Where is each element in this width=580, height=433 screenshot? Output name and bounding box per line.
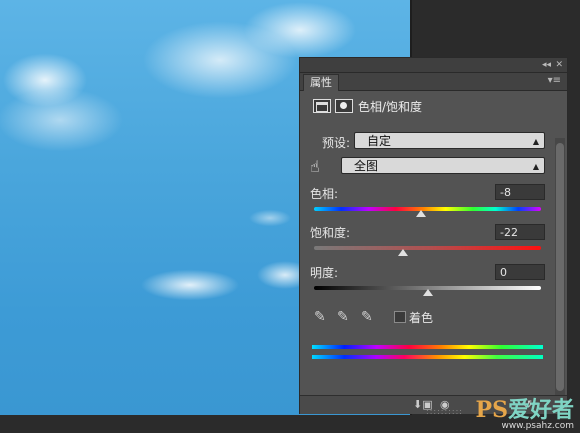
colorize-label: 着色: [409, 311, 434, 325]
preset-label: 预设:: [322, 136, 351, 150]
eyedropper-minus-icon[interactable]: ✎: [361, 309, 373, 325]
select-arrows-icon: ▲: [532, 137, 539, 146]
adjustment-layer-icon[interactable]: [313, 99, 331, 113]
saturation-slider-thumb[interactable]: [397, 249, 408, 256]
lightness-slider-thumb[interactable]: [422, 289, 433, 296]
output-color-bar: [312, 355, 543, 359]
scrollbar-thumb[interactable]: [556, 143, 564, 391]
saturation-slider-track[interactable]: [314, 246, 541, 250]
select-arrows-icon: ▲: [532, 162, 539, 171]
tab-bar: 属性 ▾≡: [300, 73, 567, 91]
input-color-bar: [312, 345, 543, 349]
lightness-field[interactable]: 0: [495, 264, 545, 280]
collapse-icon[interactable]: ◂◂: [542, 59, 551, 71]
hue-slider-thumb[interactable]: [416, 210, 427, 217]
hue-field[interactable]: -8: [495, 184, 545, 200]
saturation-field[interactable]: -22: [495, 224, 545, 240]
targeted-adjustment-hand-icon[interactable]: ☝: [310, 157, 320, 176]
tab-properties[interactable]: 属性: [303, 74, 339, 91]
eyedropper-plus-icon[interactable]: ✎: [337, 309, 349, 325]
site-watermark: PS爱好者 www.psahz.com: [476, 399, 574, 431]
properties-panel: ◂◂ ✕ 属性 ▾≡ 色相/饱和度 预设: 自定 ▲ ☝ 全图 ▲ 色相: -8…: [299, 57, 568, 416]
channel-select[interactable]: 全图 ▲: [341, 157, 545, 174]
hue-slider-track[interactable]: [314, 207, 541, 211]
close-icon[interactable]: ✕: [555, 59, 563, 71]
preset-select[interactable]: 自定 ▲: [354, 132, 545, 149]
saturation-label: 饱和度:: [310, 226, 351, 240]
hue-label: 色相:: [310, 187, 339, 201]
watermark-logo: PS爱好者: [475, 397, 574, 423]
eyedropper-icon[interactable]: ✎: [314, 309, 326, 325]
layer-mask-icon[interactable]: [335, 99, 353, 113]
channel-select-value: 全图: [354, 159, 379, 173]
adjustment-title: 色相/饱和度: [358, 100, 423, 114]
lightness-label: 明度:: [310, 266, 339, 280]
panel-menu-icon[interactable]: ▾≡: [548, 75, 561, 86]
preset-select-value: 自定: [367, 134, 392, 148]
panel-title-bar: ◂◂ ✕: [300, 58, 567, 73]
colorize-checkbox[interactable]: [394, 311, 406, 323]
resize-grip[interactable]: ::::::::::: [426, 407, 463, 416]
